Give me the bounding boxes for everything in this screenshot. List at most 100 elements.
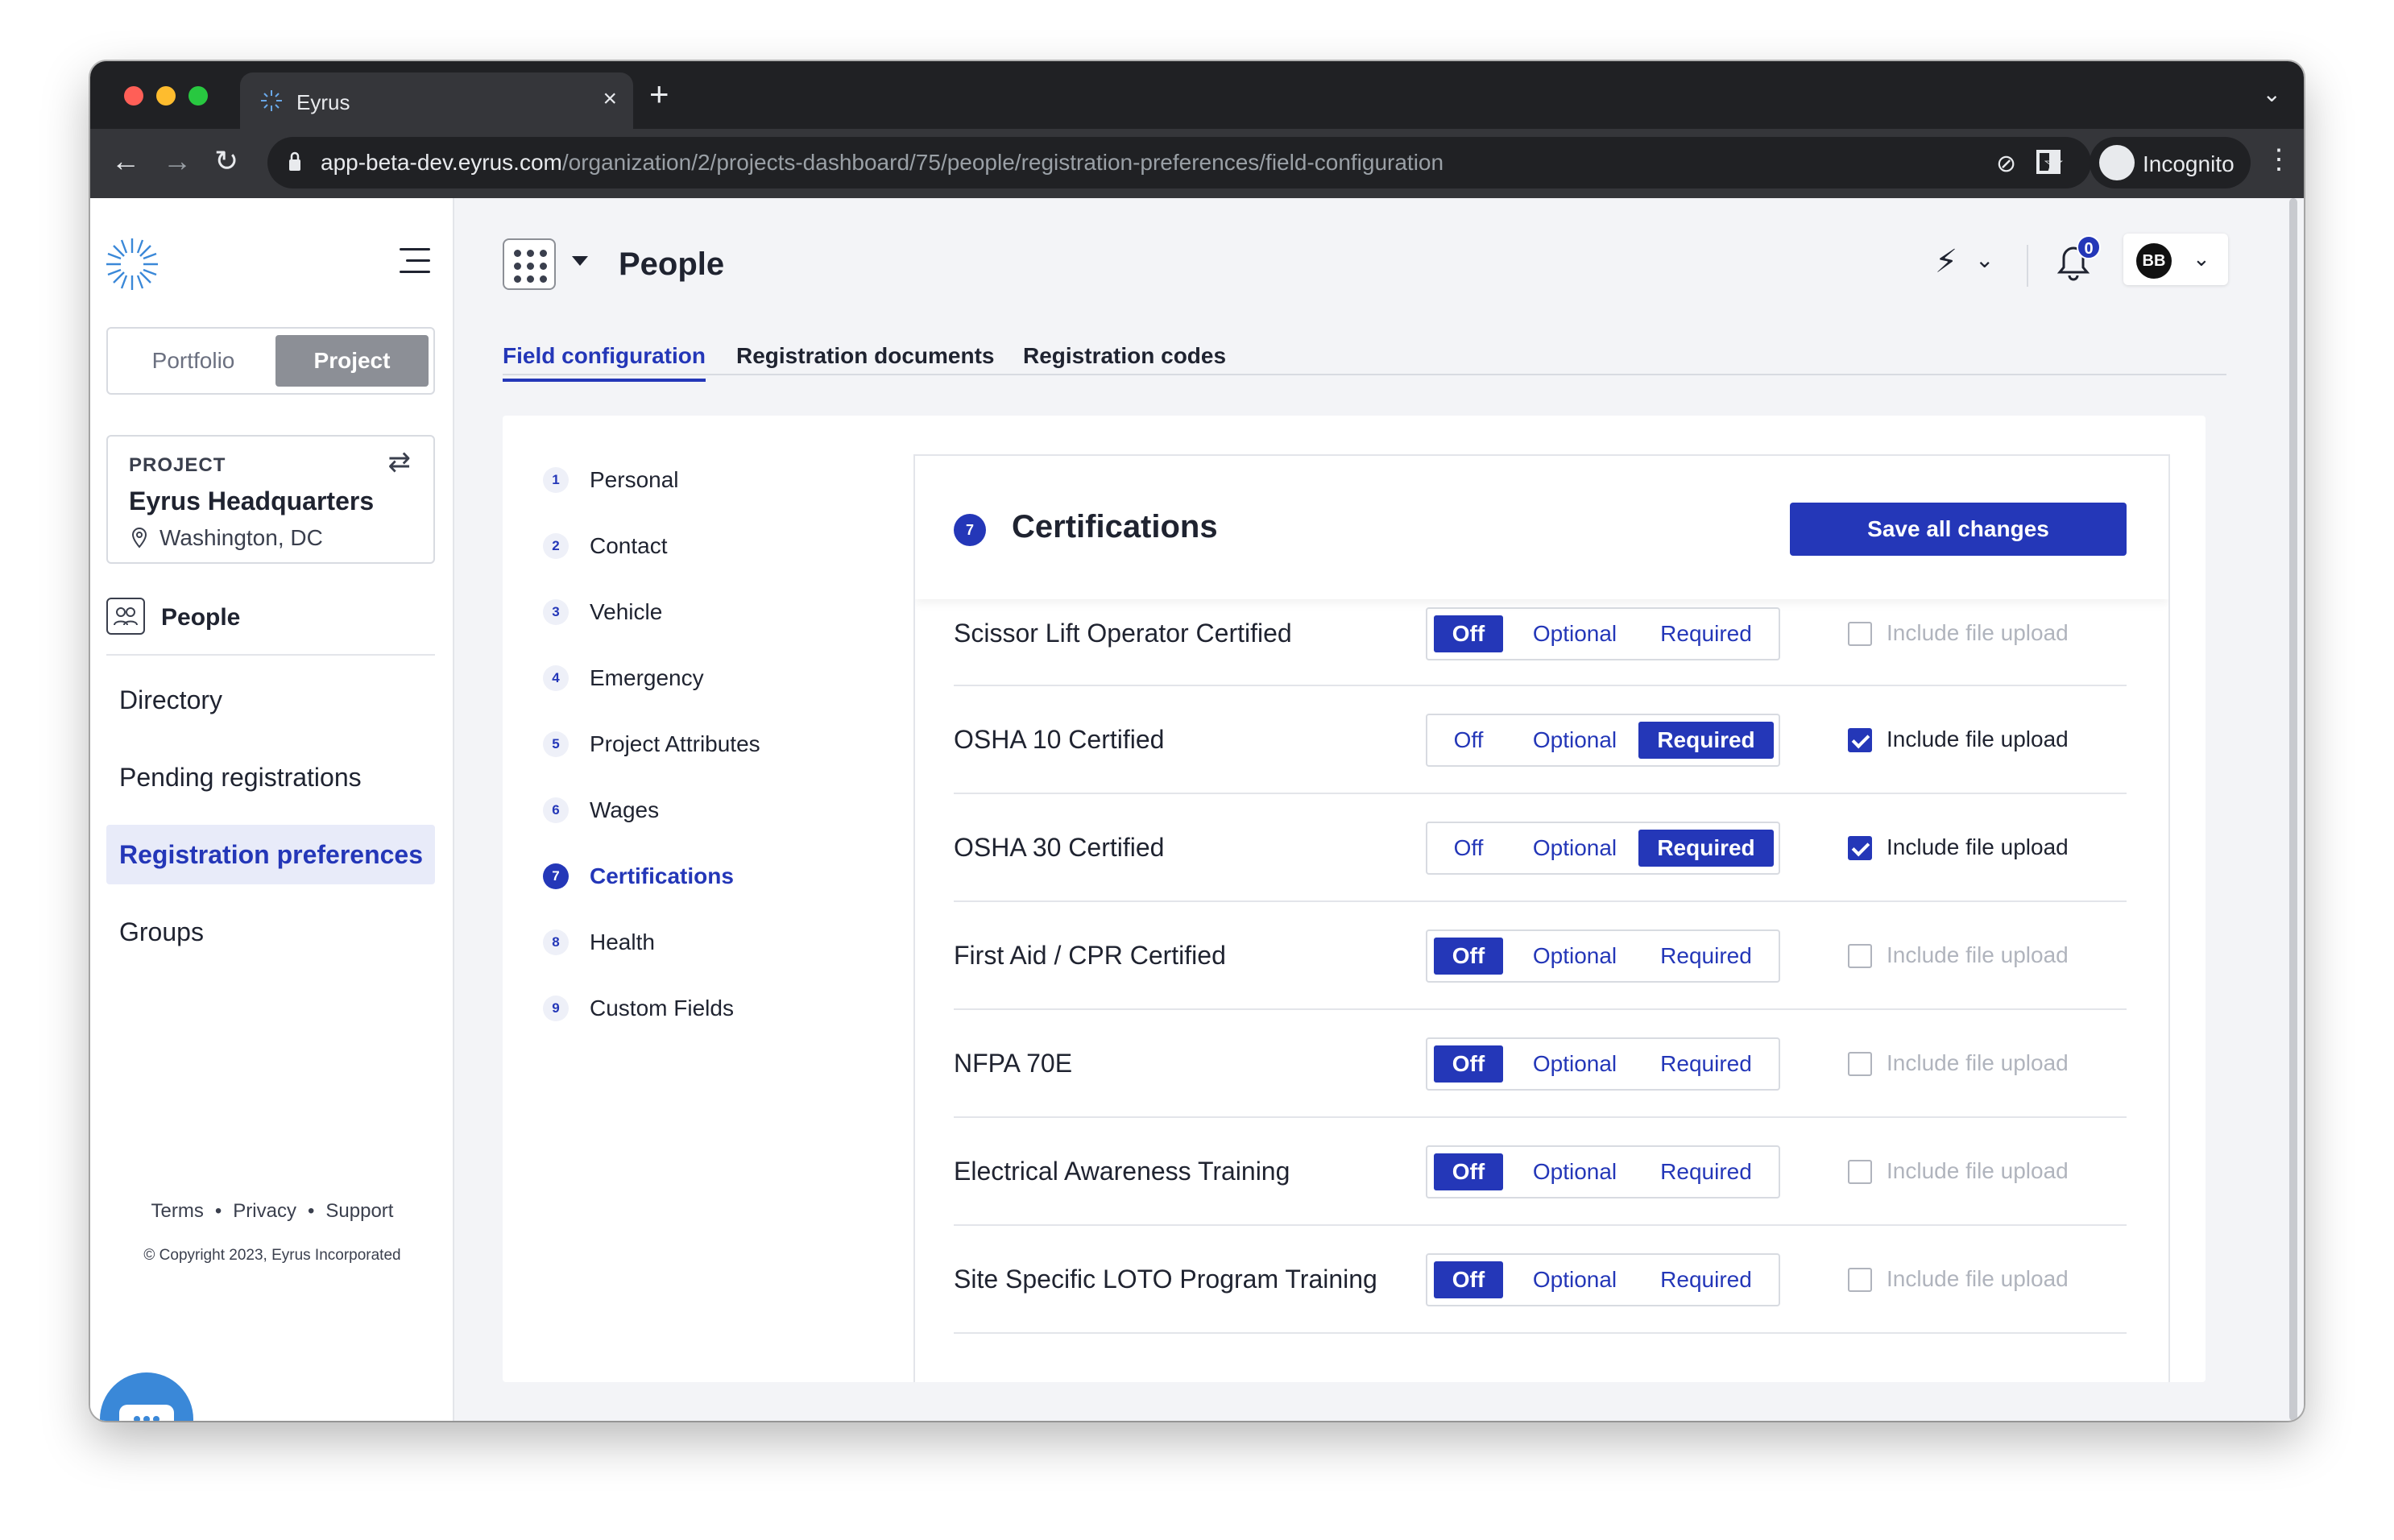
address-bar[interactable]: app-beta-dev.eyrus.com/organization/2/pr… [267, 137, 2091, 188]
toggle-off-option[interactable]: Off [1434, 938, 1503, 975]
close-tab-icon[interactable]: × [603, 85, 617, 113]
support-link[interactable]: Support [325, 1200, 393, 1222]
toggle-optional-option[interactable]: Optional [1514, 1261, 1635, 1298]
sidebar-item-registration-preferences[interactable]: Registration preferences [106, 825, 435, 884]
app-switcher-caret-icon[interactable] [572, 256, 588, 266]
toggle-off-option[interactable]: Off [1434, 1153, 1503, 1190]
user-menu-button[interactable]: BB ⌄ [2123, 234, 2228, 285]
requirement-toggle: Off Optional Required [1426, 1037, 1780, 1091]
eyrus-favicon-icon [261, 90, 282, 111]
toggle-optional-option[interactable]: Optional [1514, 722, 1635, 759]
step-label: Health [590, 929, 655, 954]
step-certifications[interactable]: 7 Certifications [543, 859, 881, 925]
toggle-off-option[interactable]: Off [1434, 722, 1503, 759]
toggle-off-option[interactable]: Off [1434, 1045, 1503, 1083]
toggle-optional-option[interactable]: Optional [1514, 615, 1635, 652]
step-number: 6 [543, 797, 569, 823]
sidebar-item-directory[interactable]: Directory [106, 670, 435, 730]
step-vehicle[interactable]: 3 Vehicle [543, 594, 881, 660]
toggle-required-option[interactable]: Required [1638, 722, 1774, 759]
step-number: 3 [543, 599, 569, 625]
browser-tab[interactable]: Eyrus × [240, 72, 633, 129]
terms-link[interactable]: Terms [151, 1200, 204, 1222]
toggle-off-option[interactable]: Off [1434, 1261, 1503, 1298]
step-project-attributes[interactable]: 5 Project Attributes [543, 727, 881, 793]
checkbox-icon [1848, 836, 1872, 860]
toggle-optional-option[interactable]: Optional [1514, 1153, 1635, 1190]
window-minimize-control[interactable] [156, 86, 176, 106]
include-file-upload-label: Include file upload [1887, 834, 2069, 859]
eyrus-logo-icon[interactable] [105, 237, 159, 292]
include-file-upload-label: Include file upload [1887, 1158, 2069, 1183]
window-zoom-control[interactable] [188, 86, 208, 106]
privacy-link[interactable]: Privacy [233, 1200, 296, 1222]
forward-arrow-icon[interactable]: → [163, 145, 192, 177]
include-file-upload-label: Include file upload [1887, 1050, 2069, 1075]
lightning-bolt-icon[interactable]: ⚡︎ [1935, 243, 1957, 280]
checkbox-icon [1848, 1160, 1872, 1184]
section-title: Certifications [1012, 509, 1218, 544]
chevron-down-icon[interactable]: ⌄ [1975, 246, 1994, 273]
browser-menu-icon[interactable]: ⋮ [2265, 143, 2293, 176]
swap-project-icon[interactable]: ⇄ [388, 446, 412, 478]
project-option[interactable]: Project [275, 335, 429, 387]
tab-registration-documents[interactable]: Registration documents [736, 343, 994, 379]
field-name: OSHA 10 Certified [954, 725, 1165, 754]
toggle-required-option[interactable]: Required [1638, 1153, 1774, 1190]
sidebar-item-pending-registrations[interactable]: Pending registrations [106, 747, 435, 807]
window-close-control[interactable] [124, 86, 143, 106]
sidebar: Portfolio Project PROJECT ⇄ Eyrus Headqu… [90, 198, 454, 1421]
toggle-optional-option[interactable]: Optional [1514, 1045, 1635, 1083]
scrollbar[interactable] [2289, 198, 2297, 1421]
step-label: Vehicle [590, 599, 663, 624]
step-emergency[interactable]: 4 Emergency [543, 660, 881, 727]
header-divider [2027, 245, 2028, 287]
toggle-optional-option[interactable]: Optional [1514, 938, 1635, 975]
step-contact[interactable]: 2 Contact [543, 528, 881, 594]
save-all-changes-button[interactable]: Save all changes [1790, 503, 2127, 556]
tab-registration-codes[interactable]: Registration codes [1023, 343, 1226, 379]
eye-off-icon[interactable]: ⊘ [1996, 150, 2016, 178]
portfolio-project-switch: Portfolio Project [106, 327, 435, 395]
step-custom-fields[interactable]: 9 Custom Fields [543, 991, 881, 1057]
toggle-off-option[interactable]: Off [1434, 615, 1503, 652]
back-arrow-icon[interactable]: ← [111, 145, 140, 177]
step-label: Wages [590, 797, 660, 822]
footer-links: Terms • Privacy • Support [151, 1200, 394, 1222]
toggle-required-option[interactable]: Required [1638, 1045, 1774, 1083]
portfolio-option[interactable]: Portfolio [114, 335, 272, 387]
checkbox-icon [1848, 944, 1872, 968]
step-number: 9 [543, 996, 569, 1021]
sidebar-item-groups[interactable]: Groups [106, 902, 435, 962]
toggle-required-option[interactable]: Required [1638, 1261, 1774, 1298]
field-name: Scissor Lift Operator Certified [954, 619, 1292, 648]
project-tag: PROJECT [129, 454, 226, 476]
toggle-required-option[interactable]: Required [1638, 830, 1774, 867]
lock-icon [289, 151, 300, 171]
new-tab-icon[interactable]: + [649, 77, 669, 111]
page-title: People [619, 246, 725, 282]
incognito-indicator[interactable]: Incognito [2090, 137, 2251, 188]
side-panel-icon[interactable] [2036, 150, 2061, 174]
step-wages[interactable]: 6 Wages [543, 793, 881, 859]
certification-row: Scissor Lift Operator Certified Off Option… [954, 607, 2127, 686]
field-name: First Aid / CPR Certified [954, 941, 1226, 970]
certification-row: OSHA 30 Certified Off Optional Required Incl… [954, 794, 2127, 902]
toggle-required-option[interactable]: Required [1638, 938, 1774, 975]
chat-bubble-icon [119, 1405, 174, 1421]
chat-button[interactable] [100, 1372, 193, 1421]
step-health[interactable]: 8 Health [543, 925, 881, 991]
tab-search-chevron-icon[interactable]: ⌄ [2263, 81, 2281, 107]
people-section-label: People [161, 604, 241, 631]
browser-toolbar: ← → ↻ app-beta-dev.eyrus.com/organizatio… [90, 129, 2304, 198]
tab-field-configuration[interactable]: Field configuration [503, 343, 706, 382]
reload-icon[interactable]: ↻ [214, 145, 238, 177]
incognito-icon [2099, 145, 2135, 180]
toggle-required-option[interactable]: Required [1638, 615, 1774, 652]
menu-toggle-icon[interactable] [400, 248, 430, 282]
toggle-off-option[interactable]: Off [1434, 830, 1503, 867]
app-switcher-button[interactable] [503, 238, 556, 290]
toggle-optional-option[interactable]: Optional [1514, 830, 1635, 867]
step-personal[interactable]: 1 Personal [543, 462, 881, 528]
project-name: Eyrus Headquarters [129, 486, 375, 515]
